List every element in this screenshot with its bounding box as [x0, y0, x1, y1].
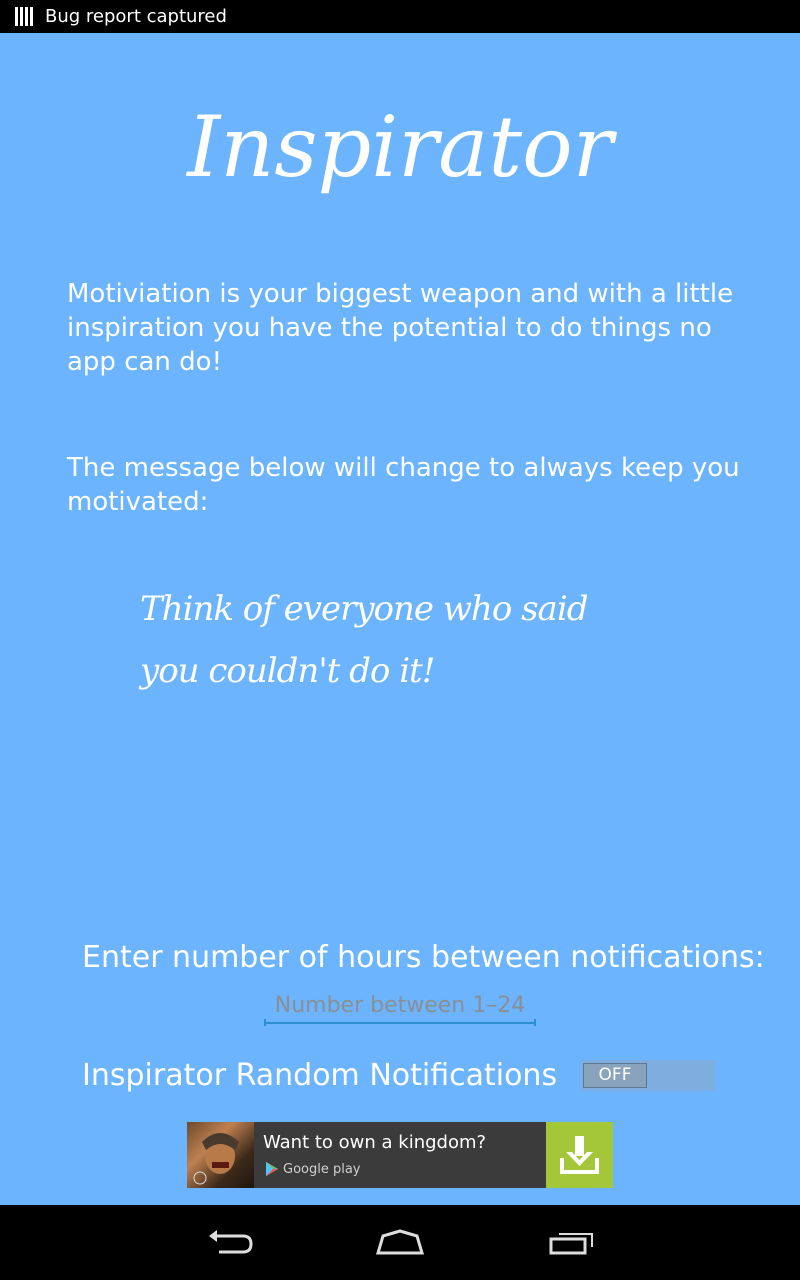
hours-input[interactable]	[264, 988, 536, 1024]
notifications-toggle[interactable]: OFF	[581, 1060, 715, 1091]
recent-apps-button[interactable]	[522, 1205, 622, 1280]
game-thumbnail	[187, 1122, 254, 1188]
store-label: Google play	[283, 1161, 361, 1177]
back-button[interactable]	[180, 1205, 280, 1280]
google-play-badge: Google play	[265, 1159, 361, 1179]
ad-download-button[interactable]	[546, 1122, 613, 1188]
toggle-state-label: OFF	[583, 1063, 647, 1088]
status-bar: Bug report captured	[0, 0, 800, 33]
download-icon	[560, 1136, 599, 1174]
recent-apps-icon	[549, 1233, 593, 1255]
message-intro-text: The message below will change to always …	[67, 453, 740, 517]
app-title: Inspirator	[187, 98, 613, 196]
motivational-quote: Think of everyone who said you couldn't …	[140, 589, 588, 691]
bug-report-icon	[15, 7, 33, 26]
notifications-label: Inspirator Random Notifications	[82, 1058, 558, 1093]
back-icon	[209, 1230, 253, 1254]
navigation-bar	[0, 1205, 800, 1280]
google-play-icon	[266, 1162, 278, 1176]
ad-headline: Want to own a kingdom?	[263, 1132, 487, 1153]
status-notification-text: Bug report captured	[45, 6, 227, 27]
hours-label: Enter number of hours between notificati…	[82, 940, 765, 975]
ad-banner[interactable]: Want to own a kingdom? Google play	[187, 1122, 613, 1188]
home-icon	[375, 1229, 425, 1255]
intro-text: Motiviation is your biggest weapon and w…	[67, 279, 734, 377]
home-button[interactable]	[350, 1205, 450, 1280]
